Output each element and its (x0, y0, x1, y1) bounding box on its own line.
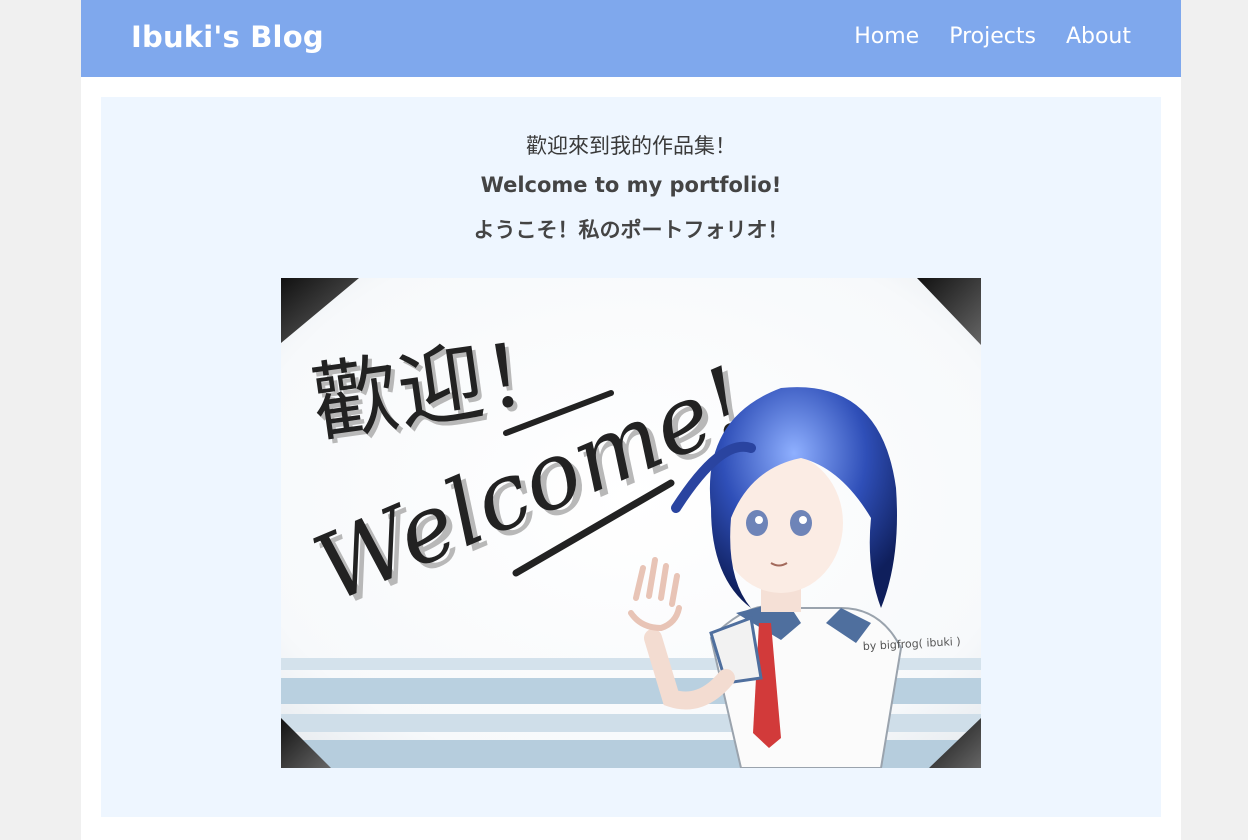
page: Ibuki's Blog Home Projects About 歡迎來到我的作… (81, 0, 1181, 840)
site-brand-link[interactable]: Ibuki's Blog (131, 20, 324, 54)
nav-about-link[interactable]: About (1066, 24, 1131, 49)
greeting-japanese: ようこそ！私のポートフォリオ！ (473, 218, 789, 242)
welcome-artwork: 歡迎！ 歡迎！ Welcome! Welcome! by bigfrog(ib… (281, 278, 981, 768)
greeting-english: Welcome to my portfolio! (480, 173, 782, 197)
greeting-chinese: 歡迎來到我的作品集！ (526, 134, 736, 158)
site-header: Ibuki's Blog Home Projects About (81, 0, 1181, 77)
welcome-panel: 歡迎來到我的作品集！ Welcome to my portfolio! ようこそ… (101, 97, 1161, 817)
nav-projects-link[interactable]: Projects (949, 24, 1036, 49)
nav-home-link[interactable]: Home (854, 24, 919, 49)
main-nav: Home Projects About (854, 24, 1131, 49)
welcome-illustration: 歡迎！ 歡迎！ Welcome! Welcome! by bigfrog(ib… (281, 278, 981, 768)
